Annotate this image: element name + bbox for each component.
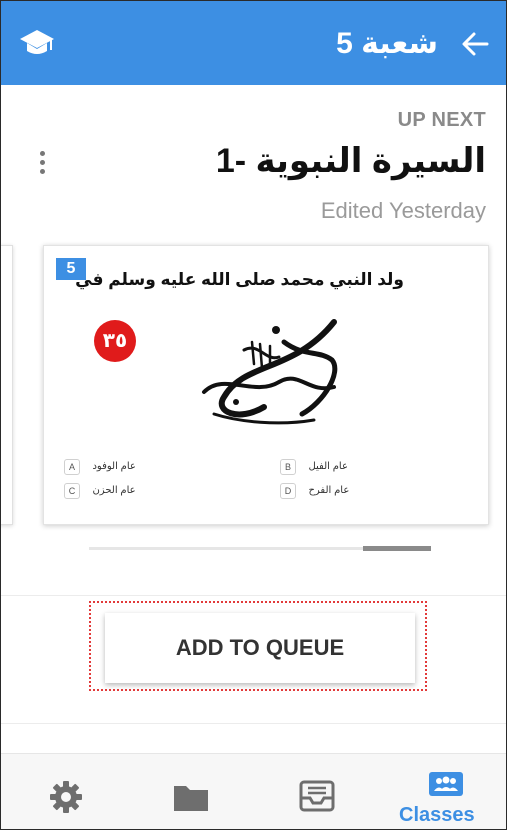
nav-item-inbox[interactable] xyxy=(279,754,359,829)
bottom-nav: Classes xyxy=(1,753,506,829)
slide-card[interactable]: 5 ولد النبي محمد صلى الله عليه وسلم في ٣… xyxy=(43,245,489,525)
lesson-title[interactable]: السيرة النبوية -1 xyxy=(216,141,486,181)
nav-item-settings[interactable] xyxy=(31,754,111,829)
answer-option-c[interactable]: C عام الحزن xyxy=(64,482,136,500)
settings-icon xyxy=(50,781,82,813)
answer-text: عام الفرح xyxy=(308,485,350,497)
app-frame: شعبة 5 UP NEXT السيرة النبوية -1 Edited … xyxy=(0,0,507,830)
graduation-cap-icon[interactable] xyxy=(19,26,55,60)
calligraphy-image xyxy=(202,319,338,425)
more-vert-icon[interactable] xyxy=(37,151,47,177)
class-title: شعبة 5 xyxy=(336,27,438,60)
slide-question: ولد النبي محمد صلى الله عليه وسلم في xyxy=(75,270,404,289)
folder-icon xyxy=(174,786,208,811)
previous-slide-card[interactable] xyxy=(1,245,13,525)
answer-letter: A xyxy=(64,458,80,475)
tray-icon xyxy=(299,780,335,812)
edited-timestamp: Edited Yesterday xyxy=(320,198,486,223)
nav-label-classes[interactable]: Classes xyxy=(399,804,475,827)
nav-item-folders[interactable] xyxy=(151,754,231,829)
answer-text: عام الفيل xyxy=(308,461,348,473)
answer-text: عام الحزن xyxy=(92,485,136,497)
people-icon xyxy=(429,772,463,796)
answer-option-b[interactable]: B عام الفيل xyxy=(280,458,348,476)
divider xyxy=(1,595,506,596)
answer-letter: C xyxy=(64,482,80,499)
arrow-back-icon[interactable] xyxy=(460,29,490,59)
answer-option-d[interactable]: D عام الفرح xyxy=(280,482,349,500)
answer-letter: D xyxy=(280,482,296,499)
carousel-scroll-thumb[interactable] xyxy=(363,546,431,551)
answer-option-a[interactable]: A عام الوفود xyxy=(64,458,136,476)
app-bar: شعبة 5 xyxy=(1,1,506,85)
timer-badge: ٣٥ xyxy=(94,320,136,362)
answer-letter: B xyxy=(280,458,296,475)
divider xyxy=(1,723,506,724)
add-to-queue-button[interactable]: ADD TO QUEUE xyxy=(105,613,415,683)
answer-text: عام الوفود xyxy=(92,461,136,473)
up-next-label: UP NEXT xyxy=(397,109,486,131)
